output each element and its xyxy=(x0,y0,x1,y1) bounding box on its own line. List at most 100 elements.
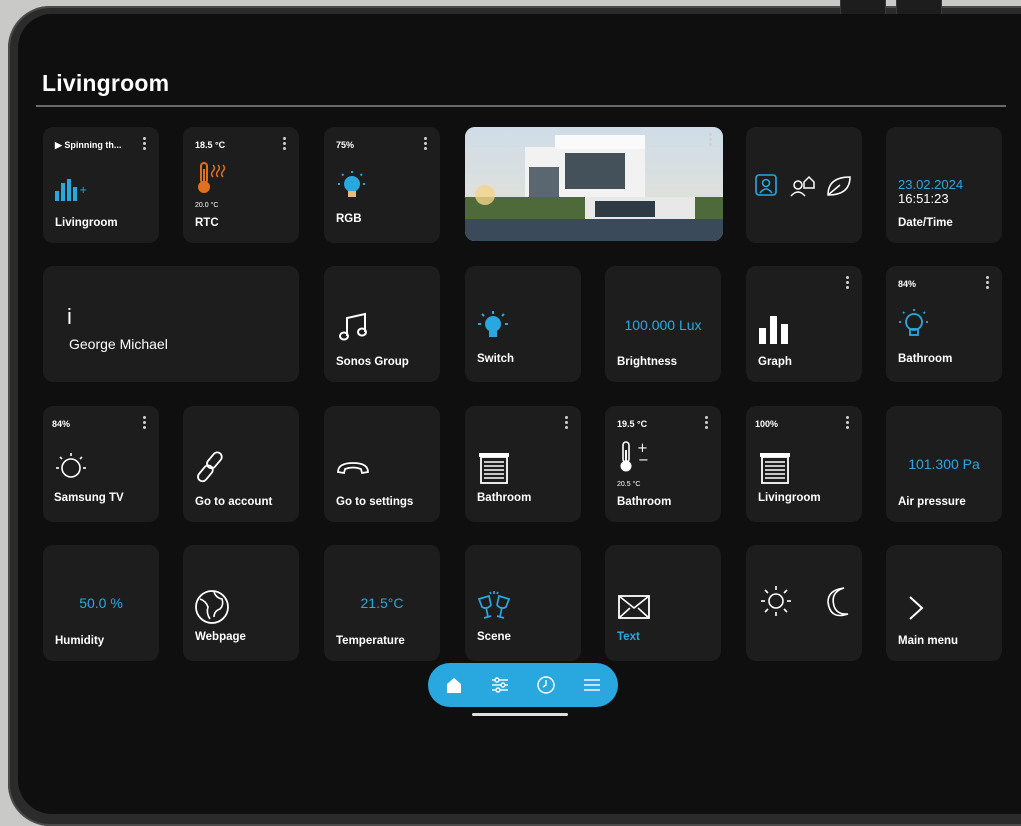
house-photo xyxy=(465,127,723,241)
tile-switch[interactable]: Switch xyxy=(465,266,581,382)
bar-chart-icon xyxy=(759,316,788,344)
info-text: George Michael xyxy=(69,336,168,352)
tile-day-night[interactable] xyxy=(746,545,862,661)
tile-label: Main menu xyxy=(898,635,959,647)
now-playing-text: ▶ Spinning th... xyxy=(55,140,122,150)
tile-label: Sonos Group xyxy=(336,356,409,368)
brightness-percent: 84% xyxy=(898,279,917,289)
blind-icon xyxy=(760,453,790,484)
tile-label: Livingroom xyxy=(55,217,118,229)
menu-icon[interactable] xyxy=(581,674,603,696)
more-options-icon[interactable] xyxy=(283,137,287,151)
audio-bars-icon: + xyxy=(55,179,87,201)
setpoint-temperature: 20.5 °C xyxy=(617,481,641,488)
more-options-icon[interactable] xyxy=(565,416,569,430)
tile-label: Brightness xyxy=(617,356,678,368)
info-icon: i xyxy=(67,304,72,329)
current-temperature: 18.5 °C xyxy=(195,140,226,150)
home-icon[interactable] xyxy=(443,674,465,696)
color-bulb-icon xyxy=(338,171,366,197)
more-options-icon[interactable] xyxy=(143,416,147,430)
tile-label: Livingroom xyxy=(758,492,821,504)
tile-label: Humidity xyxy=(55,635,105,647)
tile-bathroom-light[interactable]: 84% Bathroom xyxy=(886,266,1002,382)
brightness-percent: 84% xyxy=(52,419,71,429)
tile-label: Date/Time xyxy=(898,217,953,229)
more-options-icon[interactable] xyxy=(705,416,709,430)
tile-rtc[interactable]: 18.5 °C 20.0 °C RTC xyxy=(183,127,299,243)
tile-label: Go to settings xyxy=(336,496,414,508)
tile-house-image[interactable] xyxy=(465,127,723,241)
tile-brightness[interactable]: 100.000 Lux Brightness xyxy=(605,266,721,382)
tile-humidity[interactable]: 50.0 % Humidity xyxy=(43,545,159,661)
more-options-icon[interactable] xyxy=(846,416,850,430)
tile-bathroom-blind[interactable]: Bathroom xyxy=(465,406,581,522)
more-options-icon[interactable] xyxy=(846,276,850,290)
leaf-icon xyxy=(827,176,851,196)
tile-temperature[interactable]: 21.5°C Temperature xyxy=(324,545,440,661)
tile-audio-livingroom[interactable]: ▶ Spinning th... + Livingroom xyxy=(43,127,159,243)
tile-presence-modes[interactable] xyxy=(746,127,862,243)
tile-go-to-account[interactable]: Go to account xyxy=(183,406,299,522)
tile-webpage[interactable]: Webpage xyxy=(183,545,299,661)
blind-icon xyxy=(479,453,509,484)
brightness-percent: 75% xyxy=(336,140,355,150)
more-options-icon[interactable] xyxy=(709,133,713,147)
tile-label: Temperature xyxy=(336,635,405,647)
temperature-value: 21.5°C xyxy=(360,595,404,611)
tile-label: Text xyxy=(617,631,640,643)
tile-air-pressure[interactable]: 101.300 Pa Air pressure xyxy=(886,406,1002,522)
clock-icon[interactable] xyxy=(535,674,557,696)
tile-info-text[interactable]: i George Michael xyxy=(43,266,299,382)
tile-label: Bathroom xyxy=(617,496,672,508)
more-options-icon[interactable] xyxy=(424,137,428,151)
tile-text[interactable]: Text xyxy=(605,545,721,661)
thermostat-icon: + − xyxy=(620,441,649,472)
user-home-icon xyxy=(790,175,815,197)
tile-label: Switch xyxy=(477,353,515,365)
tile-date-time[interactable]: 23.02.2024 16:51:23 Date/Time xyxy=(886,127,1002,243)
day-night-icons xyxy=(761,586,849,617)
current-temperature: 19.5 °C xyxy=(617,419,648,429)
envelope-icon xyxy=(618,595,650,619)
music-note-icon xyxy=(339,312,367,341)
tile-label: Air pressure xyxy=(898,496,966,508)
tile-go-to-settings[interactable]: Go to settings xyxy=(324,406,440,522)
svg-text:−: − xyxy=(638,453,649,468)
sun-icon xyxy=(761,586,791,616)
moon-icon xyxy=(827,587,849,617)
chevron-right-icon xyxy=(909,596,924,620)
pressure-value: 101.300 Pa xyxy=(908,456,980,472)
home-icon xyxy=(755,174,777,196)
tile-label: Bathroom xyxy=(898,353,953,365)
tile-main-menu[interactable]: Main menu xyxy=(886,545,1002,661)
more-options-icon[interactable] xyxy=(143,137,147,151)
sliders-icon[interactable] xyxy=(489,674,511,696)
brightness-value: 100.000 Lux xyxy=(624,317,702,333)
position-percent: 100% xyxy=(755,419,779,429)
date-text: 23.02.2024 xyxy=(898,177,964,192)
light-bulb-icon xyxy=(478,311,508,337)
tile-scene[interactable]: Scene xyxy=(465,545,581,661)
link-icon xyxy=(197,451,223,483)
tile-samsung-tv[interactable]: 84% Samsung TV xyxy=(43,406,159,522)
time-text: 16:51:23 xyxy=(898,191,949,206)
setpoint-temperature: 20.0 °C xyxy=(195,202,219,209)
tile-label: Go to account xyxy=(195,496,273,508)
cheers-glasses-icon xyxy=(477,591,511,619)
tile-livingroom-blind[interactable]: 100% Livingroom xyxy=(746,406,862,522)
globe-icon xyxy=(195,590,229,624)
tile-graph[interactable]: Graph xyxy=(746,266,862,382)
tile-label: RTC xyxy=(195,217,219,229)
title-divider xyxy=(36,105,1006,107)
bottom-navigation-dock xyxy=(428,663,618,707)
light-bulb-outline-icon xyxy=(899,309,929,336)
more-options-icon[interactable] xyxy=(986,276,990,290)
tile-label: Scene xyxy=(477,631,511,643)
tile-label: Samsung TV xyxy=(54,492,124,504)
tile-sonos-group[interactable]: Sonos Group xyxy=(324,266,440,382)
tile-bathroom-thermostat[interactable]: 19.5 °C + − 20.5 °C Bathroom xyxy=(605,406,721,522)
home-indicator[interactable] xyxy=(472,713,568,716)
tile-label: Bathroom xyxy=(477,492,532,504)
tile-rgb[interactable]: 75% RGB xyxy=(324,127,440,243)
